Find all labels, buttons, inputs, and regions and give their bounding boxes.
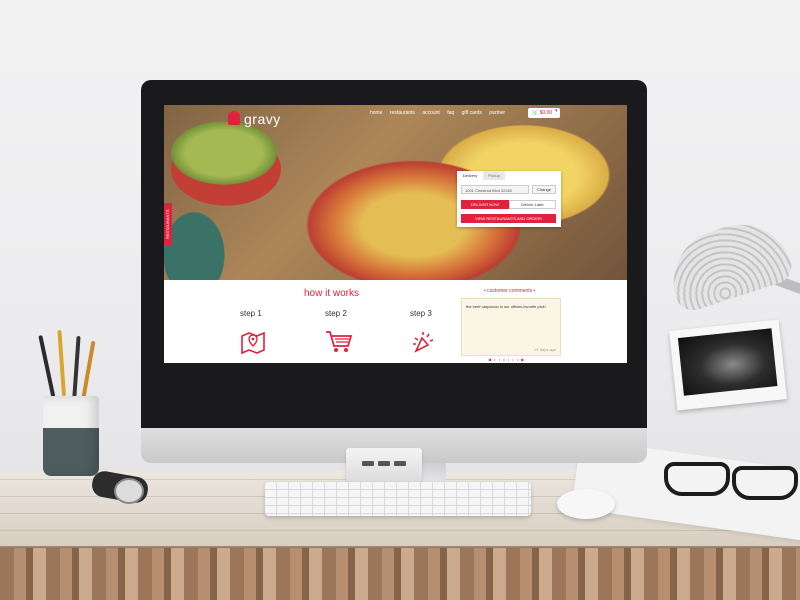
pencil <box>38 335 56 401</box>
usb-hub <box>346 448 422 482</box>
keyboard <box>265 482 531 516</box>
nav-partner[interactable]: partner <box>489 110 505 116</box>
shopping-cart-icon <box>326 331 353 352</box>
ultrasound-photo <box>669 319 787 411</box>
comment-time: 21 days ago <box>534 347 556 352</box>
address-input[interactable]: 1001 Chestnut Blvd 32402 <box>461 185 529 194</box>
logo-icon <box>228 111 240 125</box>
restaurants-side-tab[interactable]: RESTAURANTS <box>164 203 172 245</box>
desk-edge <box>0 548 800 600</box>
change-address-button[interactable]: Change <box>532 185 556 194</box>
main-nav: home restaurants account faq gift cards … <box>370 110 511 116</box>
desk-lamp <box>660 211 796 315</box>
comment-text: the beef carpaccio is our offices favori… <box>466 304 546 309</box>
mouse <box>557 489 615 519</box>
deliver-later-button[interactable]: Deliver Later <box>509 200 556 209</box>
pencil <box>57 330 66 397</box>
cart-icon: 🛒 <box>532 110 539 116</box>
cart-total: $0.00 <box>539 110 553 116</box>
step-2-label: step 2 <box>325 309 347 318</box>
how-it-works-title: how it works <box>304 288 360 299</box>
order-panel: Delivery Pickup 1001 Chestnut Blvd 32402… <box>457 171 561 227</box>
pencil <box>72 336 81 403</box>
nav-gift-cards[interactable]: gift cards <box>462 110 482 116</box>
chevron-down-icon[interactable]: ▾ <box>555 108 558 114</box>
comment-card: the beef carpaccio is our offices favori… <box>461 298 561 356</box>
nav-faq[interactable]: faq <box>447 110 454 116</box>
nav-home[interactable]: home <box>370 110 383 116</box>
logo[interactable]: gravy <box>244 111 281 127</box>
nav-restaurants[interactable]: restaurants <box>390 110 415 116</box>
glasses-right-lens <box>732 466 798 500</box>
nav-account[interactable]: account <box>422 110 440 116</box>
celebration-icon <box>413 332 434 353</box>
comment-carousel-dots[interactable]: ◀ • • • • • • ▶ <box>488 357 525 362</box>
tab-delivery[interactable]: Delivery <box>457 171 483 180</box>
tab-pickup[interactable]: Pickup <box>483 171 505 180</box>
customer-comments-title: • customer comments • <box>484 288 536 294</box>
photo-image <box>677 328 778 396</box>
deliver-now-button[interactable]: DELIVER NOW <box>461 200 509 209</box>
step-3-label: step 3 <box>410 309 432 318</box>
view-restaurants-button[interactable]: VIEW RESTAURANTS AND ORDER! <box>461 214 556 223</box>
pencil-cup <box>43 396 99 476</box>
glasses-left-lens <box>664 462 730 496</box>
watch-face <box>114 478 144 504</box>
map-pin-icon <box>241 331 265 355</box>
step-1-label: step 1 <box>240 309 262 318</box>
website-screen: gravy home restaurants account faq gift … <box>164 105 627 363</box>
